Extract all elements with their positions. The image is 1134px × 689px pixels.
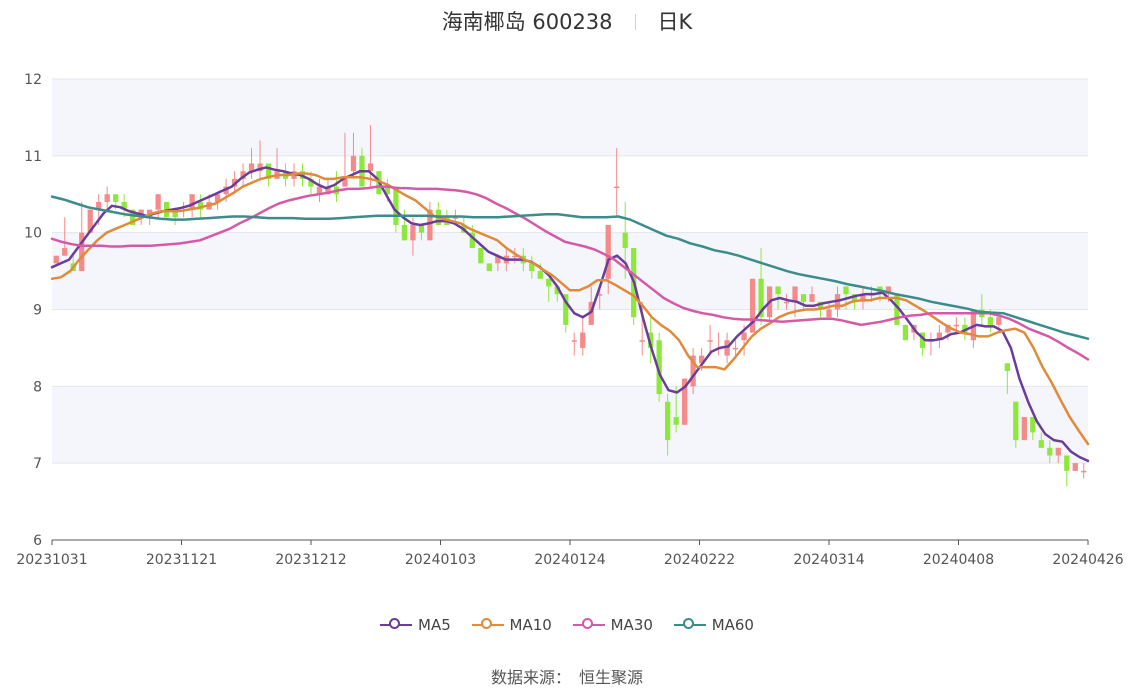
candle-body	[775, 286, 781, 295]
candle-body	[401, 224, 408, 241]
candle-body	[62, 248, 68, 256]
x-tick-label: 20231031	[16, 552, 87, 568]
candle-body	[673, 417, 679, 425]
candle-body	[1064, 455, 1070, 471]
candle-body	[53, 255, 59, 264]
candle-body	[350, 155, 357, 172]
x-tick-label: 20240103	[405, 552, 476, 568]
candle-body	[580, 332, 586, 348]
candle-body	[1013, 401, 1019, 441]
candle-body	[741, 332, 747, 341]
x-tick-label: 20240314	[793, 552, 864, 568]
x-tick-label: 20240124	[534, 552, 605, 568]
y-tick-label: 10	[24, 226, 42, 242]
data-source: 数据来源： 恒生聚源	[0, 664, 1134, 688]
candle-body	[707, 340, 713, 342]
legend-swatch-ma30	[572, 617, 605, 629]
candle-body	[732, 347, 739, 350]
candle-body	[1004, 363, 1010, 371]
y-tick-label: 8	[33, 379, 42, 395]
x-tick-label: 20240408	[923, 552, 994, 568]
candle-body	[113, 194, 119, 202]
candle-body	[902, 324, 909, 341]
grid-band	[52, 386, 1088, 464]
legend-swatch-ma10	[471, 617, 504, 629]
candle-body	[1047, 447, 1053, 456]
y-tick-label: 11	[24, 149, 42, 165]
candle-body	[1021, 417, 1027, 441]
candle-body	[953, 324, 960, 327]
candle-body	[622, 232, 628, 249]
y-tick-label: 9	[33, 303, 42, 319]
legend-item-ma5[interactable]: MA5	[380, 616, 451, 634]
candle-body	[189, 194, 195, 210]
source-value: 恒生聚源	[579, 668, 644, 687]
legend-swatch-ma60	[673, 617, 706, 629]
source-label: 数据来源：	[490, 668, 571, 687]
grid-band	[52, 79, 1088, 156]
candle-body	[996, 317, 1002, 325]
legend-label-ma10: MA10	[509, 615, 552, 634]
candle-body	[826, 309, 832, 318]
candle-body	[639, 340, 645, 342]
candle-body	[537, 271, 543, 279]
candle-body	[605, 224, 611, 279]
candle-body	[783, 301, 790, 304]
legend-swatch-ma5	[380, 617, 412, 629]
legend-label-ma5: MA5	[418, 615, 451, 634]
candle-body	[478, 248, 484, 264]
x-tick-label: 20240222	[664, 552, 735, 568]
candle-body	[571, 340, 577, 342]
y-tick-label: 6	[33, 533, 42, 549]
kline-chart: 6 7 8 9 10 11 12 20231031 20231121 20231212 202401…	[16, 72, 1123, 568]
candle-body	[155, 194, 161, 210]
x-tick-label: 20231212	[275, 552, 346, 568]
legend-item-ma60[interactable]: MA60	[673, 615, 754, 634]
candle-body	[800, 294, 807, 302]
legend-item-ma10[interactable]: MA10	[471, 615, 552, 634]
y-tick-label: 7	[33, 456, 42, 472]
legend-label-ma30: MA30	[610, 615, 653, 634]
candle-body	[104, 194, 110, 202]
legend-item-ma30[interactable]: MA30	[572, 615, 653, 634]
candle-body	[393, 186, 399, 225]
candle-body	[1072, 463, 1078, 471]
candle-body	[486, 263, 492, 272]
candle-body	[987, 317, 993, 325]
x-tick-label: 20231121	[146, 552, 217, 568]
candle-body	[410, 224, 416, 241]
candle-body	[1038, 440, 1044, 448]
candle-body	[665, 401, 671, 441]
legend-label-ma60: MA60	[711, 615, 754, 634]
candle-body	[1055, 447, 1061, 456]
candle-body	[546, 278, 552, 287]
candle-body	[614, 186, 620, 189]
candle-body	[792, 286, 798, 302]
candle-body	[1081, 470, 1087, 473]
x-tick-label: 20240426	[1052, 552, 1123, 568]
y-tick-label: 12	[24, 72, 42, 88]
candle-body	[809, 294, 815, 302]
candle-body	[843, 286, 849, 295]
legend: MA5 MA10 MA30 MA60	[0, 612, 1134, 634]
